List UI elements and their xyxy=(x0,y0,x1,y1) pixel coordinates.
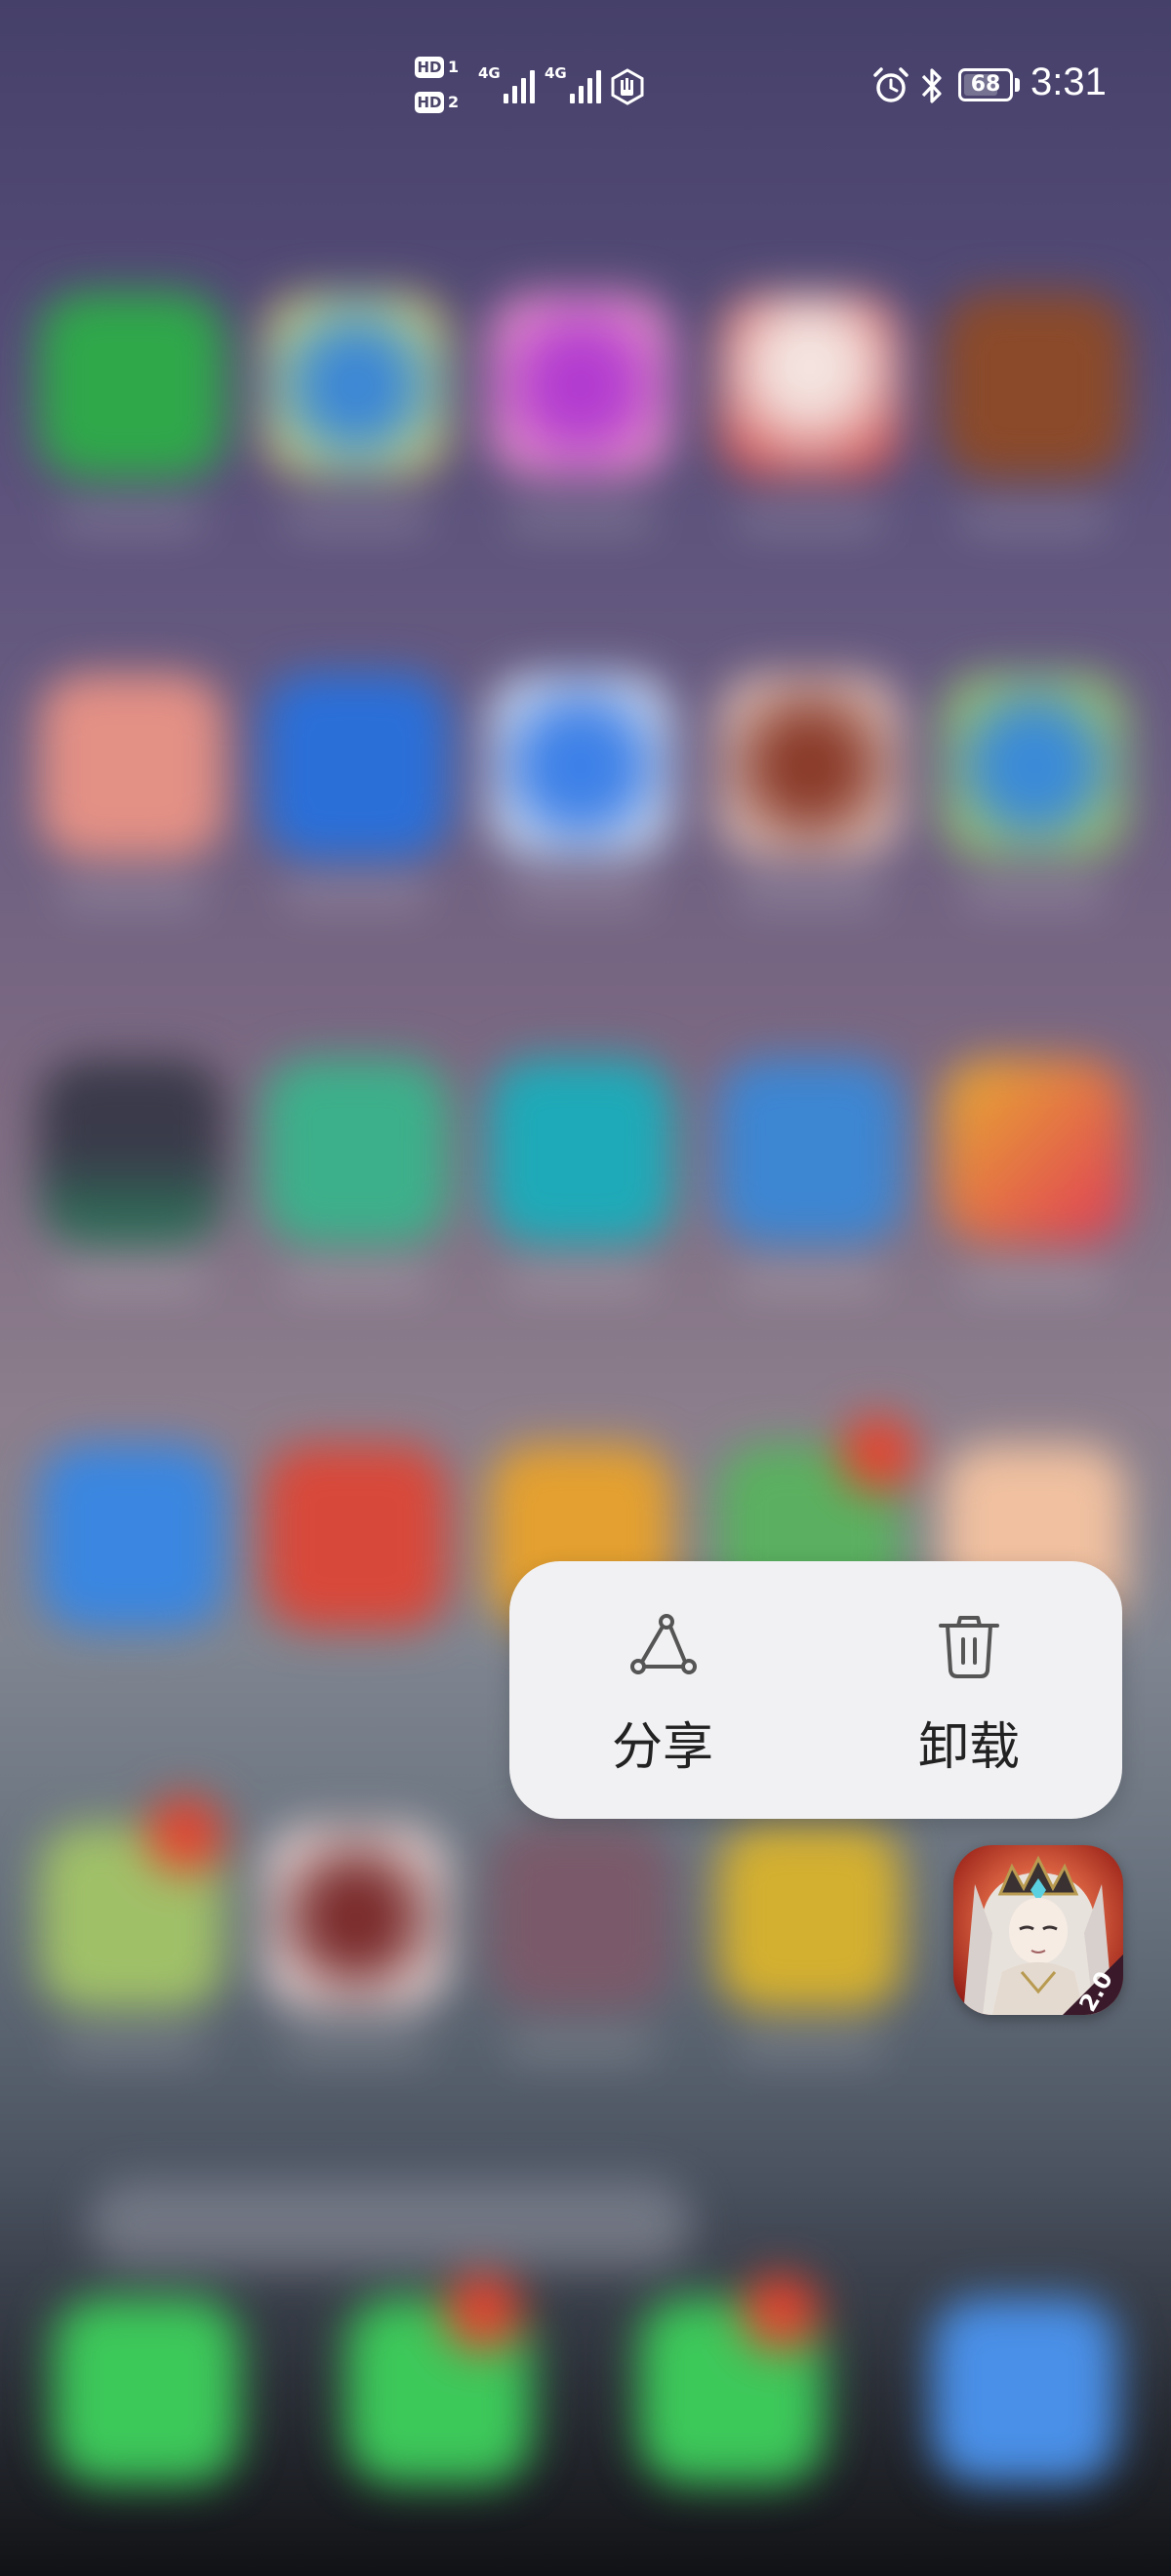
network-type-label: 4G xyxy=(478,64,501,82)
app-icon[interactable] xyxy=(39,1444,224,1630)
app-context-menu: 分享 卸载 xyxy=(509,1561,1122,1819)
app-label xyxy=(283,507,429,531)
app-label xyxy=(737,2034,883,2058)
app-icon[interactable] xyxy=(263,1444,449,1630)
app-icon[interactable] xyxy=(263,293,449,478)
app-icon[interactable] xyxy=(263,1825,449,2010)
app-icon[interactable] xyxy=(263,673,449,859)
app-icon[interactable] xyxy=(717,1059,903,1244)
app-label xyxy=(59,2034,205,2058)
app-label xyxy=(737,507,883,531)
battery-tip xyxy=(1015,78,1020,92)
dock-icon-browser[interactable] xyxy=(932,2298,1117,2483)
app-icon[interactable] xyxy=(488,673,673,859)
app-icon[interactable] xyxy=(488,1825,673,2010)
bluetooth-icon xyxy=(918,64,946,107)
app-label xyxy=(59,507,205,531)
app-icon[interactable] xyxy=(942,673,1127,859)
notification-badge xyxy=(742,2274,820,2352)
app-label xyxy=(737,883,883,906)
alarm-icon xyxy=(871,66,910,105)
sim1-number: 1 xyxy=(448,58,460,76)
uninstall-label: 卸载 xyxy=(917,1718,1020,1777)
app-label xyxy=(737,1268,883,1292)
dock-icon-phone[interactable] xyxy=(54,2298,239,2483)
app-icon[interactable] xyxy=(717,293,903,478)
app-label xyxy=(507,2034,654,2058)
app-label xyxy=(507,883,654,906)
app-icon[interactable] xyxy=(488,293,673,478)
network-type-label: 4G xyxy=(545,64,567,82)
home-screen: HD 1 HD 2 4G 4G 68 3:31 分享 卸载 2.0 xyxy=(0,0,1171,2576)
battery-level: 68 xyxy=(970,72,1001,97)
dual-sim-indicator: HD 1 HD 2 xyxy=(415,57,469,119)
app-label xyxy=(283,1268,429,1292)
share-button[interactable]: 分享 xyxy=(509,1561,816,1819)
share-label: 分享 xyxy=(611,1718,713,1777)
share-icon xyxy=(628,1612,697,1680)
clock: 3:31 xyxy=(1030,60,1107,103)
app-label xyxy=(507,507,654,531)
notification-badge xyxy=(839,1415,917,1493)
app-icon[interactable] xyxy=(488,1059,673,1244)
app-label xyxy=(507,1268,654,1292)
app-icon[interactable] xyxy=(39,293,224,478)
trash-icon xyxy=(935,1612,1003,1680)
app-label xyxy=(283,883,429,906)
app-label xyxy=(283,2034,429,2058)
uninstall-button[interactable]: 卸载 xyxy=(816,1561,1122,1819)
app-icon[interactable] xyxy=(717,673,903,859)
blurred-app-grid xyxy=(0,0,1171,2576)
app-label xyxy=(59,1268,205,1292)
page-indicator xyxy=(88,2181,693,2269)
app-icon[interactable] xyxy=(39,673,224,859)
battery-icon: 68 xyxy=(958,68,1013,101)
status-bar: HD 1 HD 2 4G 4G 68 3:31 xyxy=(0,0,1171,166)
app-icon[interactable] xyxy=(717,1825,903,2010)
app-icon[interactable] xyxy=(39,1059,224,1244)
app-label xyxy=(59,883,205,906)
notification-badge xyxy=(444,2274,522,2352)
game-app-icon[interactable]: 2.0 xyxy=(953,1845,1123,2015)
app-icon[interactable] xyxy=(263,1059,449,1244)
sim2-number: 2 xyxy=(448,93,460,111)
app-label xyxy=(961,1268,1108,1292)
app-label xyxy=(961,883,1108,906)
hd-sim1-badge: HD xyxy=(415,57,444,78)
hotspot-icon xyxy=(609,68,646,105)
hd-sim2-badge: HD xyxy=(415,92,444,113)
notification-badge xyxy=(146,1795,224,1873)
app-label xyxy=(961,507,1108,531)
app-icon[interactable] xyxy=(942,293,1127,478)
app-icon[interactable] xyxy=(942,1059,1127,1244)
